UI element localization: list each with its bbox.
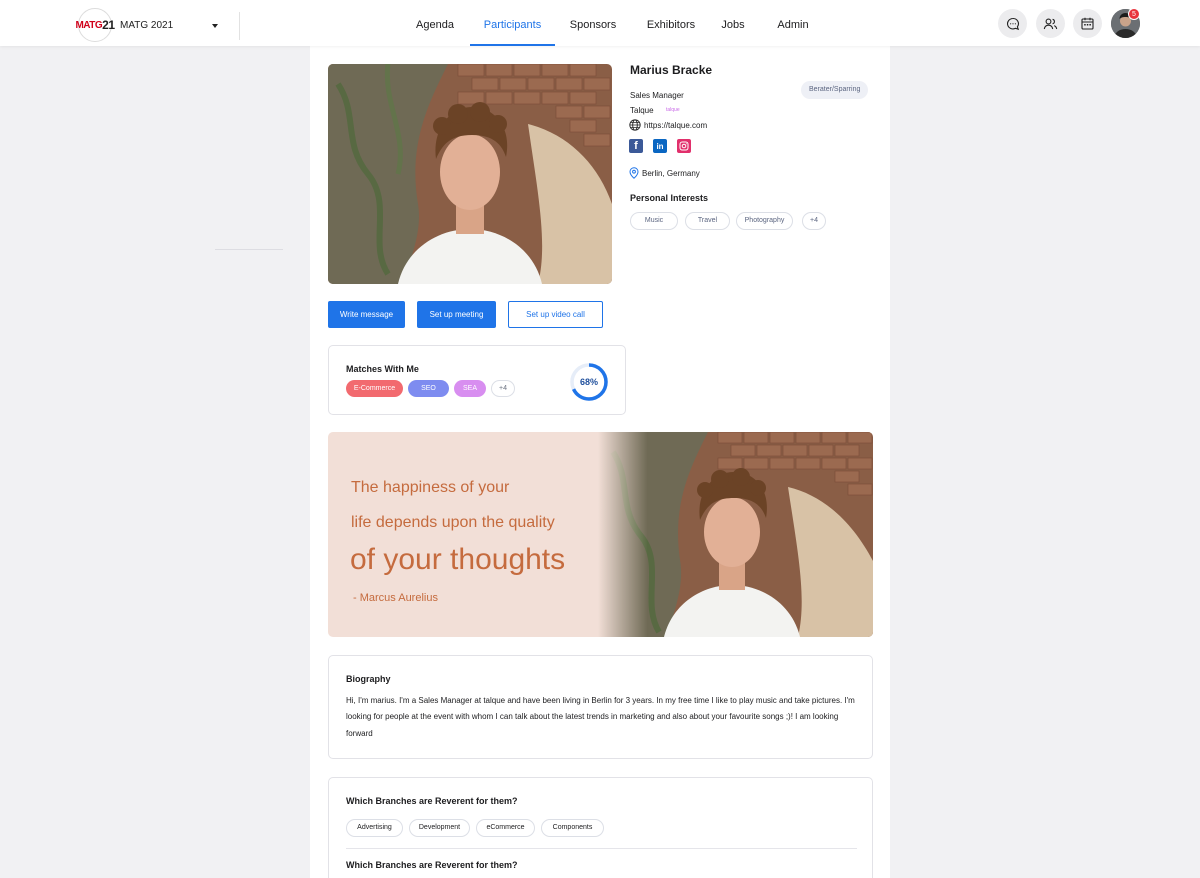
matches-card: Matches With Me E-Commerce SEO SEA +4 68…	[328, 345, 626, 415]
interests-title: Personal Interests	[630, 193, 709, 203]
interest-chip[interactable]: Music	[630, 212, 678, 230]
branch-chip[interactable]: eCommerce	[476, 819, 535, 837]
nav-admin[interactable]: Admin	[768, 0, 818, 46]
setup-meeting-button[interactable]: Set up meeting	[417, 301, 496, 328]
header-divider	[239, 12, 240, 40]
quote-author: - Marcus Aurelius	[353, 592, 438, 604]
calendar-button[interactable]	[1073, 9, 1102, 38]
branches-divider	[346, 848, 857, 849]
profile-photo	[328, 64, 612, 284]
branches-title: Which Branches are Reverent for them?	[346, 796, 518, 806]
interest-more-chip[interactable]: +4	[802, 212, 826, 230]
interest-chip[interactable]: Photography	[736, 212, 793, 230]
match-chip[interactable]: SEA	[454, 380, 486, 397]
match-more-chip[interactable]: +4	[491, 380, 515, 397]
location-pin-icon	[629, 167, 639, 179]
biography-title: Biography	[346, 674, 391, 684]
banner-photo	[598, 432, 873, 637]
biography-card: Biography Hi, I'm marius. I'm a Sales Ma…	[328, 655, 873, 759]
branch-chip[interactable]: Components	[541, 819, 604, 837]
write-message-button[interactable]: Write message	[328, 301, 405, 328]
job-title: Sales Manager	[630, 91, 684, 100]
quote-line-3: of your thoughts	[350, 543, 566, 576]
people-button[interactable]	[1036, 9, 1065, 38]
branch-chip[interactable]: Advertising	[346, 819, 403, 837]
instagram-icon[interactable]	[677, 139, 691, 153]
facebook-icon[interactable]: f	[629, 139, 643, 153]
branch-chip[interactable]: Development	[409, 819, 470, 837]
top-header: MATG 21 MATG 2021 Agenda Participants Spo…	[0, 0, 1200, 46]
calendar-icon	[1081, 17, 1094, 30]
nav-agenda[interactable]: Agenda	[405, 0, 465, 46]
participant-name: Marius Bracke	[630, 63, 713, 77]
event-selector-label[interactable]: MATG 2021	[120, 20, 173, 31]
chevron-down-icon[interactable]	[212, 24, 218, 28]
side-divider	[215, 249, 283, 250]
website-link[interactable]: https://talque.com	[644, 121, 707, 130]
match-chip[interactable]: SEO	[408, 380, 449, 397]
quote-line-1: The happiness of your	[351, 479, 510, 496]
company-logo: talque	[666, 107, 680, 113]
notification-badge: 5	[1128, 8, 1140, 20]
nav-active-indicator	[470, 44, 555, 46]
quote-banner: The happiness of your life depends upon …	[328, 432, 873, 637]
branches-card: Which Branches are Reverent for them? Ad…	[328, 777, 873, 878]
chat-icon	[1006, 17, 1019, 30]
chat-button[interactable]	[998, 9, 1027, 38]
location-row: Berlin, Germany	[629, 167, 700, 179]
matches-title: Matches With Me	[346, 364, 419, 374]
quote-line-2: life depends upon the quality	[351, 514, 555, 531]
profile-content: Marius Bracke Berater/Sparring Sales Man…	[310, 46, 890, 878]
location-text: Berlin, Germany	[642, 168, 700, 178]
globe-icon	[629, 119, 641, 131]
biography-text: Hi, I'm marius. I'm a Sales Manager at t…	[346, 696, 855, 738]
people-icon	[1043, 18, 1058, 29]
website-row[interactable]: https://talque.com	[629, 119, 707, 131]
branches-title-2: Which Branches are Reverent for them?	[346, 860, 518, 870]
nav-sponsors[interactable]: Sponsors	[562, 0, 624, 46]
nav-jobs[interactable]: Jobs	[714, 0, 752, 46]
match-percentage-label: 68%	[579, 377, 598, 387]
nav-participants[interactable]: Participants	[470, 0, 555, 46]
linkedin-icon[interactable]: in	[653, 139, 667, 153]
match-chip[interactable]: E-Commerce	[346, 380, 403, 397]
company-name[interactable]: Talque	[630, 106, 654, 115]
interest-chip[interactable]: Travel	[685, 212, 730, 230]
nav-exhibitors[interactable]: Exhibitors	[638, 0, 704, 46]
role-tag: Berater/Sparring	[801, 81, 869, 99]
setup-video-call-button[interactable]: Set up video call	[508, 301, 603, 328]
event-logo[interactable]: MATG 21	[75, 8, 115, 42]
